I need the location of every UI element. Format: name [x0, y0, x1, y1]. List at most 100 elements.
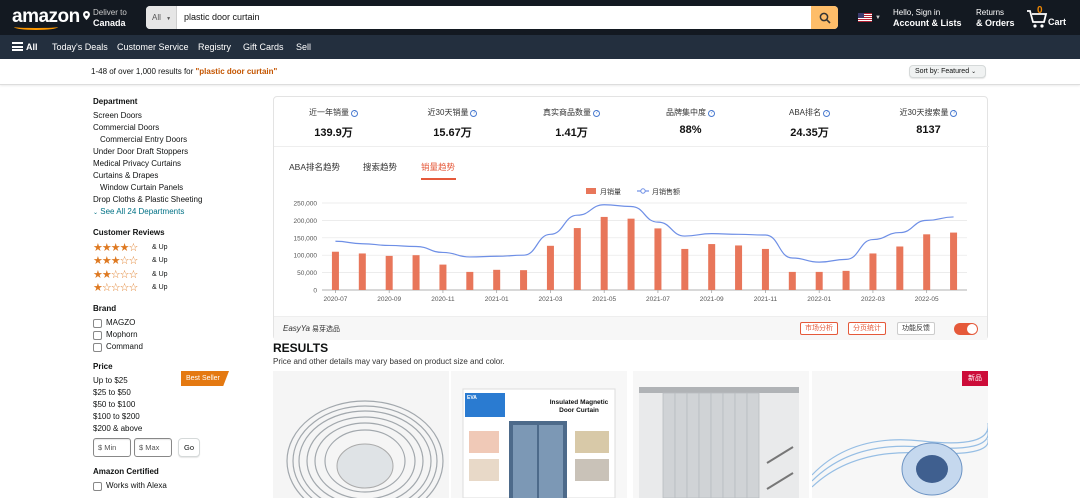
stat-value: 15.67万	[433, 127, 472, 139]
sales-trend-chart: 月销量 月销售额 0 50,000 100,000 150,000 200,000 250,0…	[294, 187, 967, 303]
sales-bar	[950, 232, 958, 290]
dept-drop-cloths[interactable]: Drop Cloths & Plastic Sheeting	[93, 194, 263, 206]
checkbox[interactable]	[93, 481, 102, 491]
us-flag-icon[interactable]	[858, 13, 872, 22]
question-icon[interactable]: ?	[351, 110, 358, 117]
brand-magzo[interactable]: MAGZO	[93, 317, 263, 329]
product-tag: EVA	[467, 395, 477, 401]
question-icon[interactable]: ?	[823, 110, 830, 117]
price-up-to-25[interactable]: Up to $25	[93, 375, 263, 387]
orders-label: & Orders	[976, 18, 1015, 28]
stat-label-text: 品牌集中度	[666, 108, 706, 117]
sales-bar	[869, 253, 877, 290]
returns-orders[interactable]: Returns & Orders	[976, 8, 1015, 28]
results-query: "plastic door curtain"	[195, 67, 278, 76]
stat-label: 近30天搜索量?	[869, 107, 988, 118]
product-card[interactable]	[273, 371, 449, 498]
stat-value: 8137	[916, 124, 941, 136]
chevron-down-icon: ⌄	[971, 69, 977, 75]
search-category-select[interactable]: All ▼	[146, 6, 177, 29]
search-input[interactable]	[184, 6, 804, 29]
stat-value: 139.9万	[314, 127, 353, 139]
tab-aba-rank-trend[interactable]: ABA排名趋势	[289, 161, 340, 173]
go-button[interactable]: Go	[178, 438, 200, 457]
nav-registry[interactable]: Registry	[198, 42, 231, 52]
checkbox[interactable]	[93, 342, 102, 352]
dept-commercial-entry-doors[interactable]: Commercial Entry Doors	[93, 134, 263, 146]
tab-search-trend[interactable]: 搜索趋势	[363, 161, 397, 173]
stat-value: 24.35万	[790, 127, 829, 139]
sales-bar	[358, 253, 366, 290]
legend-bar-label: 月销量	[600, 187, 621, 196]
sales-bar	[842, 270, 850, 290]
results-heading: RESULTS	[273, 341, 329, 355]
dept-privacy-curtains[interactable]: Medical Privacy Curtains	[93, 158, 263, 170]
search-icon	[819, 12, 831, 24]
dept-draft-stoppers[interactable]: Under Door Draft Stoppers	[93, 146, 263, 158]
nav-todays-deals[interactable]: Today's Deals	[52, 42, 108, 52]
max-price-input[interactable]: $ Max	[134, 438, 172, 457]
question-icon[interactable]: ?	[950, 110, 958, 117]
stat-30day-sales: 近30天销量? 15.67万	[393, 107, 512, 140]
checkbox[interactable]	[93, 318, 102, 328]
account-lists[interactable]: Hello, Sign in Account & Lists	[893, 8, 962, 28]
nav-customer-service[interactable]: Customer Service	[117, 42, 189, 52]
hamburger-menu-icon[interactable]	[12, 42, 23, 51]
amazon-logo-smile	[14, 24, 58, 30]
nav-sell[interactable]: Sell	[296, 42, 311, 52]
sort-by-dropdown[interactable]: Sort by: Featured ⌄	[909, 65, 986, 78]
account-greeting: Hello, Sign in	[893, 8, 941, 17]
price-range: $ Min $ Max Go	[93, 438, 263, 457]
chevron-down-icon: ⌄	[93, 210, 99, 216]
works-with-alexa[interactable]: Works with Alexa	[93, 480, 263, 492]
min-price-input[interactable]: $ Min	[93, 438, 131, 457]
nav-all[interactable]: All	[26, 42, 38, 52]
dept-window-curtain-panels[interactable]: Window Curtain Panels	[93, 182, 263, 194]
nav-gift-cards[interactable]: Gift Cards	[243, 42, 284, 52]
brand-mophorn[interactable]: Mophorn	[93, 329, 263, 341]
product-card[interactable]: Insulated Magnetic Door Curtain EVA	[451, 371, 627, 498]
product-card[interactable]: 新品	[812, 371, 988, 498]
dept-curtains-drapes[interactable]: Curtains & Drapes	[93, 170, 263, 182]
see-all-label: See All 24 Departments	[100, 207, 185, 216]
brand-heading: Brand	[93, 304, 117, 313]
checkbox[interactable]	[93, 330, 102, 340]
plugin-toggle[interactable]	[954, 323, 978, 335]
reviews-heading: Customer Reviews	[93, 228, 165, 237]
cart-count: 0	[1037, 5, 1043, 16]
sort-value: Featured	[941, 68, 970, 75]
price-25-50[interactable]: $25 to $50	[93, 387, 263, 399]
tab-sales-trend[interactable]: 销量趋势	[421, 161, 455, 173]
rating-4-up[interactable]: ★★★★☆ & Up	[93, 241, 263, 255]
rating-2-up[interactable]: ★★☆☆☆ & Up	[93, 268, 263, 282]
price-50-100[interactable]: $50 to $100	[93, 399, 263, 411]
deliver-to[interactable]: Deliver to Canada	[83, 8, 127, 28]
search-button[interactable]	[811, 6, 838, 29]
stat-label: ABA排名?	[750, 107, 869, 118]
stat-value: 1.41万	[555, 127, 588, 139]
filters-sidebar: Department Screen Doors Commercial Doors…	[93, 96, 263, 492]
cart-label: Cart	[1048, 17, 1067, 27]
page-stats-button[interactable]: 分页统计	[848, 322, 886, 335]
question-icon[interactable]: ?	[593, 110, 600, 117]
market-analysis-panel: 近一年销量? 139.9万 近30天销量? 15.67万 真实商品数量? 1.4…	[273, 96, 989, 340]
x-tick-label: 2022-01	[807, 296, 831, 303]
market-analysis-button[interactable]: 市场分析	[800, 322, 838, 335]
price-200-above[interactable]: $200 & above	[93, 423, 263, 435]
cart-button[interactable]: 0 Cart	[1026, 5, 1076, 30]
dept-commercial-doors[interactable]: Commercial Doors	[93, 122, 263, 134]
question-icon[interactable]: ?	[470, 110, 478, 117]
price-100-200[interactable]: $100 to $200	[93, 411, 263, 423]
product-card[interactable]	[633, 371, 809, 498]
dept-screen-doors[interactable]: Screen Doors	[93, 110, 263, 122]
stat-30day-searches: 近30天搜索量? 8137	[869, 107, 988, 136]
stat-brand-concentration: 品牌集中度? 88%	[631, 107, 750, 136]
rating-3-up[interactable]: ★★★☆☆ & Up	[93, 255, 263, 269]
feedback-button[interactable]: 功能反馈	[897, 322, 935, 335]
brand-command[interactable]: Command	[93, 341, 263, 353]
stat-yearly-sales: 近一年销量? 139.9万	[274, 107, 393, 140]
certified-heading: Amazon Certified	[93, 467, 159, 476]
question-icon[interactable]: ?	[708, 110, 715, 117]
see-all-departments-link[interactable]: ⌄ See All 24 Departments	[93, 206, 263, 219]
rating-1-up[interactable]: ★☆☆☆☆ & Up	[93, 282, 263, 296]
